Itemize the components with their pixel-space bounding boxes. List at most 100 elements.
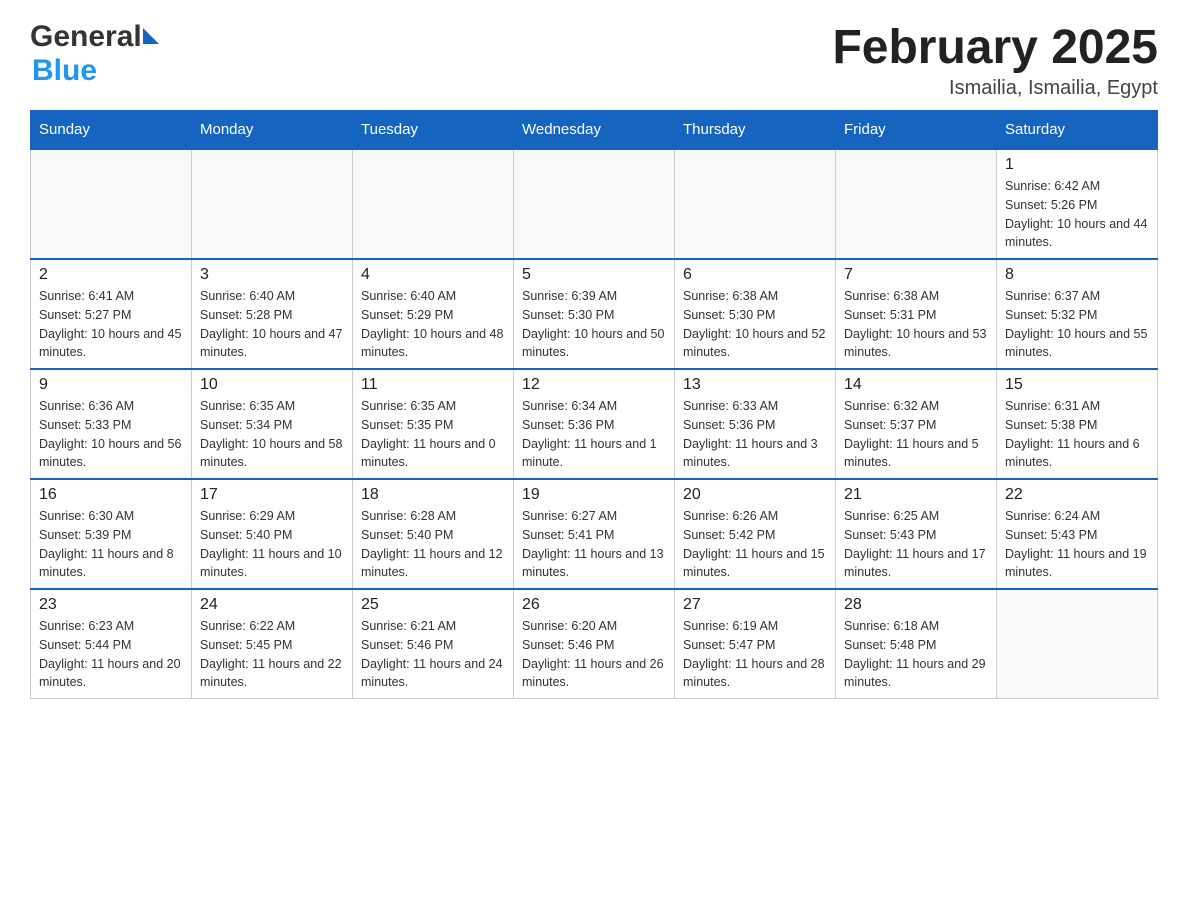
calendar-day-cell: 12 Sunrise: 6:34 AM Sunset: 5:36 PM Dayli… xyxy=(514,369,675,479)
calendar-day-cell: 5 Sunrise: 6:39 AM Sunset: 5:30 PM Daylig… xyxy=(514,259,675,369)
calendar-day-cell xyxy=(514,149,675,259)
day-number: 10 xyxy=(200,376,344,394)
day-info: Sunrise: 6:19 AM Sunset: 5:47 PM Dayligh… xyxy=(683,617,827,692)
calendar-day-cell: 21Sunrise: 6:25 AM Sunset: 5:43 PM Dayli… xyxy=(836,479,997,589)
day-number: 5 xyxy=(522,266,666,284)
page-header: General Blue February 2025 Ismailia, Ism… xyxy=(30,20,1158,100)
day-info: Sunrise: 6:41 AM Sunset: 5:27 PM Dayligh… xyxy=(39,287,183,362)
calendar-week-row: 2 Sunrise: 6:41 AM Sunset: 5:27 PM Daylig… xyxy=(31,259,1158,369)
day-info: Sunrise: 6:20 AM Sunset: 5:46 PM Dayligh… xyxy=(522,617,666,692)
day-info: Sunrise: 6:32 AM Sunset: 5:37 PM Dayligh… xyxy=(844,397,988,472)
calendar-header-tuesday: Tuesday xyxy=(353,111,514,150)
calendar-header-wednesday: Wednesday xyxy=(514,111,675,150)
location-text: Ismailia, Ismailia, Egypt xyxy=(832,77,1158,100)
calendar-day-cell: 17Sunrise: 6:29 AM Sunset: 5:40 PM Dayli… xyxy=(192,479,353,589)
day-info: Sunrise: 6:23 AM Sunset: 5:44 PM Dayligh… xyxy=(39,617,183,692)
day-info: Sunrise: 6:21 AM Sunset: 5:46 PM Dayligh… xyxy=(361,617,505,692)
day-info: Sunrise: 6:22 AM Sunset: 5:45 PM Dayligh… xyxy=(200,617,344,692)
day-info: Sunrise: 6:30 AM Sunset: 5:39 PM Dayligh… xyxy=(39,507,183,582)
calendar-day-cell: 25 Sunrise: 6:21 AM Sunset: 5:46 PM Dayli… xyxy=(353,589,514,699)
calendar-day-cell: 10Sunrise: 6:35 AM Sunset: 5:34 PM Dayli… xyxy=(192,369,353,479)
calendar-day-cell: 26 Sunrise: 6:20 AM Sunset: 5:46 PM Dayli… xyxy=(514,589,675,699)
calendar-header-thursday: Thursday xyxy=(675,111,836,150)
calendar-day-cell xyxy=(675,149,836,259)
day-number: 22 xyxy=(1005,486,1149,504)
day-info: Sunrise: 6:36 AM Sunset: 5:33 PM Dayligh… xyxy=(39,397,183,472)
day-number: 12 xyxy=(522,376,666,394)
calendar-day-cell: 15Sunrise: 6:31 AM Sunset: 5:38 PM Dayli… xyxy=(997,369,1158,479)
day-number: 14 xyxy=(844,376,988,394)
calendar-header-sunday: Sunday xyxy=(31,111,192,150)
day-info: Sunrise: 6:38 AM Sunset: 5:31 PM Dayligh… xyxy=(844,287,988,362)
day-info: Sunrise: 6:27 AM Sunset: 5:41 PM Dayligh… xyxy=(522,507,666,582)
day-number: 13 xyxy=(683,376,827,394)
calendar-day-cell: 3Sunrise: 6:40 AM Sunset: 5:28 PM Daylig… xyxy=(192,259,353,369)
calendar-week-row: 16 Sunrise: 6:30 AM Sunset: 5:39 PM Dayli… xyxy=(31,479,1158,589)
calendar-day-cell: 9 Sunrise: 6:36 AM Sunset: 5:33 PM Daylig… xyxy=(31,369,192,479)
calendar-day-cell: 27 Sunrise: 6:19 AM Sunset: 5:47 PM Dayli… xyxy=(675,589,836,699)
day-info: Sunrise: 6:38 AM Sunset: 5:30 PM Dayligh… xyxy=(683,287,827,362)
day-number: 6 xyxy=(683,266,827,284)
calendar-day-cell xyxy=(192,149,353,259)
day-number: 19 xyxy=(522,486,666,504)
calendar-day-cell: 6 Sunrise: 6:38 AM Sunset: 5:30 PM Daylig… xyxy=(675,259,836,369)
day-info: Sunrise: 6:34 AM Sunset: 5:36 PM Dayligh… xyxy=(522,397,666,472)
day-number: 11 xyxy=(361,376,505,394)
day-info: Sunrise: 6:42 AM Sunset: 5:26 PM Dayligh… xyxy=(1005,177,1149,252)
calendar-day-cell: 18 Sunrise: 6:28 AM Sunset: 5:40 PM Dayli… xyxy=(353,479,514,589)
calendar-day-cell xyxy=(836,149,997,259)
calendar-day-cell: 24 Sunrise: 6:22 AM Sunset: 5:45 PM Dayli… xyxy=(192,589,353,699)
day-number: 28 xyxy=(844,596,988,614)
day-info: Sunrise: 6:40 AM Sunset: 5:28 PM Dayligh… xyxy=(200,287,344,362)
calendar-day-cell: 7 Sunrise: 6:38 AM Sunset: 5:31 PM Daylig… xyxy=(836,259,997,369)
calendar-day-cell xyxy=(31,149,192,259)
day-info: Sunrise: 6:18 AM Sunset: 5:48 PM Dayligh… xyxy=(844,617,988,692)
title-block: February 2025 Ismailia, Ismailia, Egypt xyxy=(832,20,1158,100)
calendar-week-row: 1 Sunrise: 6:42 AM Sunset: 5:26 PM Daylig… xyxy=(31,149,1158,259)
calendar-day-cell: 13 Sunrise: 6:33 AM Sunset: 5:36 PM Dayli… xyxy=(675,369,836,479)
logo-general-text: General xyxy=(30,20,142,54)
calendar-day-cell: 11 Sunrise: 6:35 AM Sunset: 5:35 PM Dayli… xyxy=(353,369,514,479)
calendar-day-cell: 2 Sunrise: 6:41 AM Sunset: 5:27 PM Daylig… xyxy=(31,259,192,369)
day-number: 18 xyxy=(361,486,505,504)
calendar-header-friday: Friday xyxy=(836,111,997,150)
month-title: February 2025 xyxy=(832,20,1158,75)
calendar-header-row: SundayMondayTuesdayWednesdayThursdayFrid… xyxy=(31,111,1158,150)
day-info: Sunrise: 6:25 AM Sunset: 5:43 PM Dayligh… xyxy=(844,507,988,582)
day-info: Sunrise: 6:24 AM Sunset: 5:43 PM Dayligh… xyxy=(1005,507,1149,582)
day-number: 25 xyxy=(361,596,505,614)
day-info: Sunrise: 6:29 AM Sunset: 5:40 PM Dayligh… xyxy=(200,507,344,582)
day-info: Sunrise: 6:39 AM Sunset: 5:30 PM Dayligh… xyxy=(522,287,666,362)
calendar-table: SundayMondayTuesdayWednesdayThursdayFrid… xyxy=(30,110,1158,699)
day-info: Sunrise: 6:31 AM Sunset: 5:38 PM Dayligh… xyxy=(1005,397,1149,472)
day-number: 20 xyxy=(683,486,827,504)
day-number: 23 xyxy=(39,596,183,614)
logo-chevron-icon xyxy=(143,28,159,44)
day-number: 4 xyxy=(361,266,505,284)
day-number: 24 xyxy=(200,596,344,614)
day-info: Sunrise: 6:28 AM Sunset: 5:40 PM Dayligh… xyxy=(361,507,505,582)
day-number: 2 xyxy=(39,266,183,284)
day-info: Sunrise: 6:37 AM Sunset: 5:32 PM Dayligh… xyxy=(1005,287,1149,362)
logo-blue-text: Blue xyxy=(32,54,97,88)
day-info: Sunrise: 6:35 AM Sunset: 5:35 PM Dayligh… xyxy=(361,397,505,472)
calendar-day-cell: 16 Sunrise: 6:30 AM Sunset: 5:39 PM Dayli… xyxy=(31,479,192,589)
day-number: 7 xyxy=(844,266,988,284)
calendar-day-cell: 22 Sunrise: 6:24 AM Sunset: 5:43 PM Dayli… xyxy=(997,479,1158,589)
day-number: 9 xyxy=(39,376,183,394)
day-number: 27 xyxy=(683,596,827,614)
calendar-day-cell: 1 Sunrise: 6:42 AM Sunset: 5:26 PM Daylig… xyxy=(997,149,1158,259)
calendar-week-row: 23 Sunrise: 6:23 AM Sunset: 5:44 PM Dayli… xyxy=(31,589,1158,699)
day-number: 26 xyxy=(522,596,666,614)
logo: General Blue xyxy=(30,20,159,88)
day-info: Sunrise: 6:26 AM Sunset: 5:42 PM Dayligh… xyxy=(683,507,827,582)
day-number: 16 xyxy=(39,486,183,504)
calendar-day-cell: 20 Sunrise: 6:26 AM Sunset: 5:42 PM Dayli… xyxy=(675,479,836,589)
calendar-day-cell xyxy=(997,589,1158,699)
calendar-day-cell: 4Sunrise: 6:40 AM Sunset: 5:29 PM Daylig… xyxy=(353,259,514,369)
calendar-day-cell xyxy=(353,149,514,259)
calendar-day-cell: 28 Sunrise: 6:18 AM Sunset: 5:48 PM Dayli… xyxy=(836,589,997,699)
calendar-day-cell: 14 Sunrise: 6:32 AM Sunset: 5:37 PM Dayli… xyxy=(836,369,997,479)
day-info: Sunrise: 6:33 AM Sunset: 5:36 PM Dayligh… xyxy=(683,397,827,472)
day-number: 1 xyxy=(1005,156,1149,174)
